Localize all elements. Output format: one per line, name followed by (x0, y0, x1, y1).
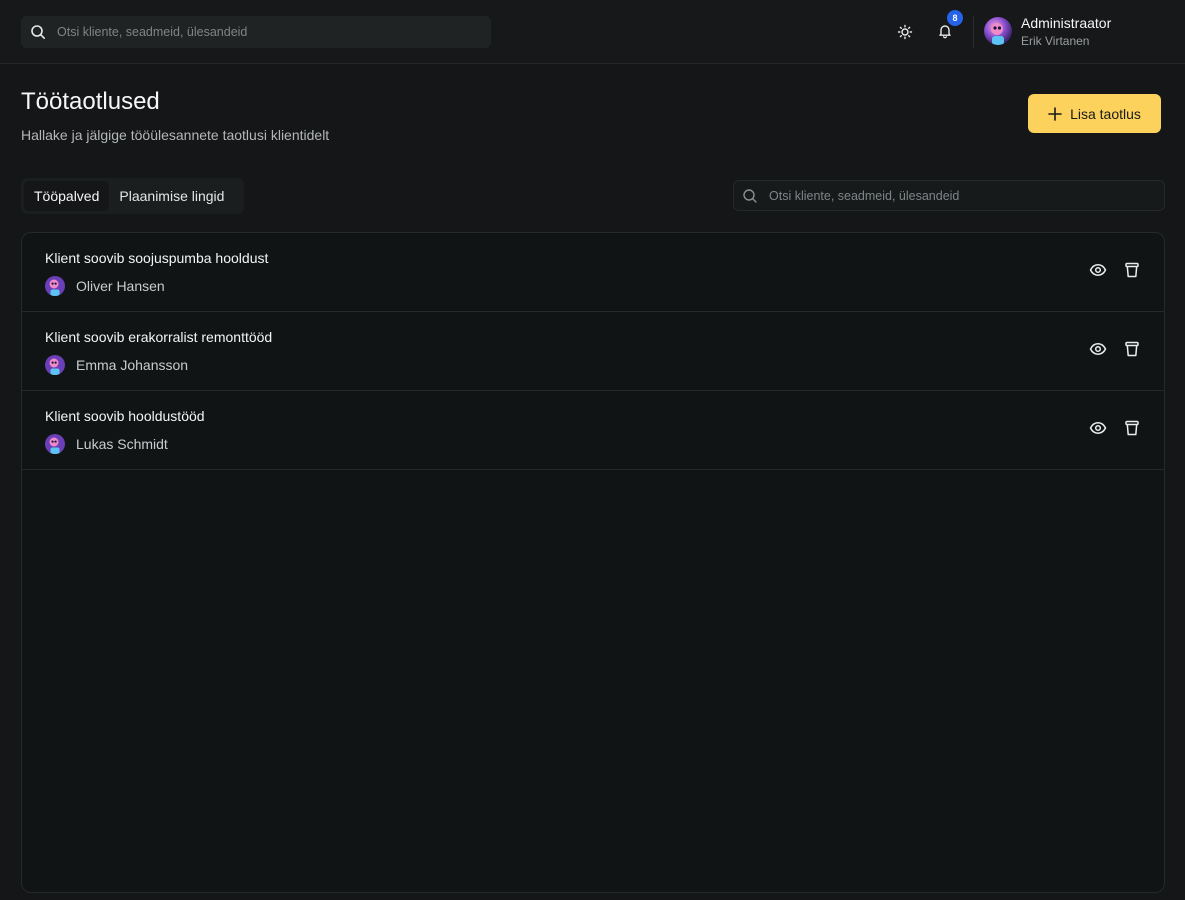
trash-icon (1125, 420, 1139, 436)
client-name: Oliver Hansen (76, 278, 165, 294)
notification-count-badge: 8 (947, 10, 963, 26)
request-row[interactable]: Klient soovib soojuspumba hooldust Olive… (22, 233, 1164, 312)
list-search[interactable] (733, 180, 1165, 211)
request-client: Oliver Hansen (45, 276, 165, 296)
page-title: Töötaotlused (21, 88, 160, 115)
client-avatar (45, 276, 65, 296)
delete-button[interactable] (1123, 419, 1141, 437)
list-search-input[interactable] (769, 181, 1154, 210)
page-subtitle: Hallake ja jälgige tööülesannete taotlus… (21, 127, 330, 143)
delete-button[interactable] (1123, 340, 1141, 358)
view-button[interactable] (1089, 419, 1107, 437)
sun-icon (897, 24, 913, 40)
user-avatar (984, 17, 1012, 45)
view-button[interactable] (1089, 261, 1107, 279)
add-request-label: Lisa taotlus (1070, 105, 1141, 122)
row-actions (1089, 419, 1141, 437)
request-row[interactable]: Klient soovib hooldustööd Lukas Schmidt (22, 391, 1164, 470)
client-name: Emma Johansson (76, 357, 189, 373)
user-menu[interactable]: Administraator Erik Virtanen (984, 14, 1174, 50)
eye-icon (1089, 343, 1107, 355)
eye-icon (1089, 264, 1107, 276)
request-title: Klient soovib soojuspumba hooldust (45, 250, 269, 266)
request-title: Klient soovib hooldustööd (45, 408, 205, 424)
request-title: Klient soovib erakorralist remonttööd (45, 329, 273, 345)
top-bar: 8 Administraator Erik Virtanen (0, 0, 1185, 64)
search-icon (31, 25, 45, 39)
eye-icon (1089, 422, 1107, 434)
tab-list: Tööpalved Plaanimise lingid (21, 178, 244, 214)
request-row[interactable]: Klient soovib erakorralist remonttööd Em… (22, 312, 1164, 391)
request-client: Lukas Schmidt (45, 434, 168, 454)
tab-scheduling-links[interactable]: Plaanimise lingid (109, 181, 234, 211)
client-avatar (45, 434, 65, 454)
row-actions (1089, 340, 1141, 358)
row-actions (1089, 261, 1141, 279)
user-name: Erik Virtanen (1021, 34, 1090, 48)
tab-work-requests[interactable]: Tööpalved (24, 181, 110, 211)
view-button[interactable] (1089, 340, 1107, 358)
search-icon (743, 189, 757, 203)
delete-button[interactable] (1123, 261, 1141, 279)
client-avatar (45, 355, 65, 375)
client-name: Lukas Schmidt (76, 436, 168, 452)
divider (973, 16, 974, 48)
request-client: Emma Johansson (45, 355, 188, 375)
plus-icon (1048, 106, 1062, 121)
global-search[interactable] (21, 16, 491, 48)
theme-toggle-button[interactable] (895, 22, 915, 42)
user-role: Administraator (1021, 15, 1112, 31)
trash-icon (1125, 262, 1139, 278)
trash-icon (1125, 341, 1139, 357)
bell-icon (939, 25, 951, 39)
requests-list: Klient soovib soojuspumba hooldust Olive… (21, 232, 1165, 893)
global-search-input[interactable] (57, 16, 477, 48)
add-request-button[interactable]: Lisa taotlus (1028, 94, 1161, 133)
